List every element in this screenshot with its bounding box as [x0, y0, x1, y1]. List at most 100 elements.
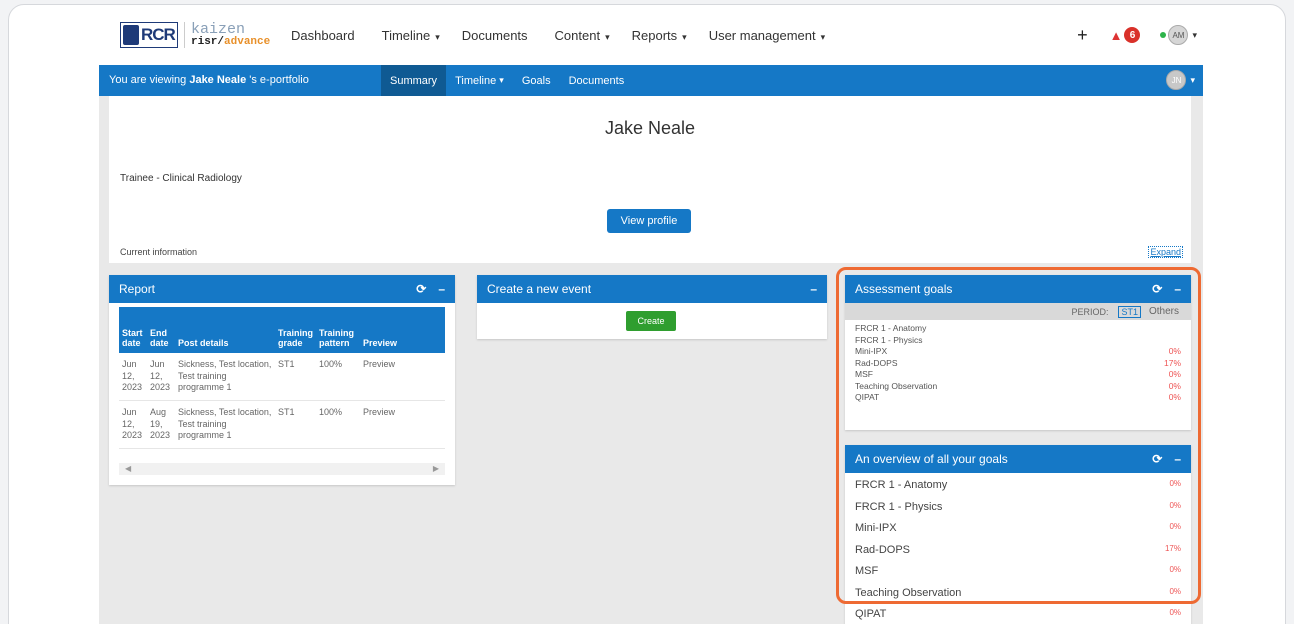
start-date-cell: Jun 12, 2023 — [119, 353, 147, 402]
plus-icon[interactable]: + — [1077, 25, 1088, 46]
nav-documents[interactable]: Documents — [462, 28, 533, 43]
goal-percent: 0% — [1169, 608, 1181, 617]
chevron-down-icon[interactable]: ▾ — [1192, 30, 1197, 41]
column-header[interactable]: Training grade — [275, 307, 317, 353]
scroll-left-icon[interactable]: ◀ — [125, 464, 131, 473]
create-button[interactable]: Create — [626, 311, 676, 331]
table-row: Jun 12, 2023 Jun 12, 2023 Sickness, Test… — [119, 353, 445, 402]
minimize-icon[interactable]: – — [438, 282, 445, 296]
report-panel: Report ⟳ – Start date End date Post detai… — [109, 275, 455, 485]
report-header: Report ⟳ – — [109, 275, 455, 303]
bell-icon[interactable]: ▲ — [1110, 28, 1123, 43]
scroll-right-icon[interactable]: ▶ — [433, 464, 439, 473]
nav-label: Reports — [631, 27, 678, 43]
horizontal-scrollbar[interactable]: ◀ ▶ — [119, 463, 445, 476]
tab-label: Timeline — [455, 74, 497, 87]
nav-label: Content — [554, 27, 601, 43]
view-profile-button[interactable]: View profile — [607, 209, 691, 233]
report-table: Start date End date Post details Trainin… — [119, 307, 445, 450]
tab-summary[interactable]: Summary — [381, 65, 447, 96]
current-information-label: Current information — [120, 247, 198, 257]
user-avatar[interactable]: AM — [1168, 25, 1189, 45]
table-row: Jun 12, 2023 Aug 19, 2023 Sickness, Test… — [119, 400, 445, 450]
chevron-down-icon: ▾ — [499, 75, 504, 85]
risr-wordmark: risr/advance — [191, 37, 270, 48]
rcr-logo: RCR — [120, 22, 178, 48]
preview-link[interactable]: Preview — [360, 353, 445, 402]
trainee-role: Trainee - Clinical Radiology — [120, 173, 242, 184]
column-header[interactable]: Start date — [119, 307, 147, 353]
crest-icon — [123, 25, 139, 45]
logo[interactable]: RCR kaizen risr/advance — [120, 22, 270, 48]
nav-content[interactable]: Content ▾ — [555, 28, 610, 43]
training-grade-cell: ST1 — [275, 353, 317, 402]
refresh-icon[interactable]: ⟳ — [416, 282, 426, 296]
expand-link[interactable]: Expand — [1148, 246, 1183, 258]
column-header[interactable]: Preview — [360, 307, 445, 353]
nav-label: Dashboard — [291, 27, 355, 43]
viewing-name: Jake Neale — [189, 74, 247, 86]
training-pattern-cell: 100% — [316, 353, 361, 402]
nav-user-management[interactable]: User management ▾ — [709, 28, 825, 43]
nav-dashboard[interactable]: Dashboard — [291, 28, 360, 43]
tab-goals[interactable]: Goals — [513, 65, 560, 96]
panel-title: Create a new event — [487, 282, 592, 296]
tab-label: Goals — [521, 74, 551, 87]
post-details-cell: Sickness, Test location, Test training p… — [175, 400, 275, 450]
tab-label: Documents — [568, 74, 625, 87]
nav-timeline[interactable]: Timeline ▾ — [382, 28, 440, 43]
tab-label: Summary — [390, 74, 438, 87]
notification-badge[interactable]: 6 — [1124, 27, 1141, 43]
trainee-menu[interactable]: JN ▾ — [1166, 70, 1195, 90]
minimize-icon[interactable]: – — [810, 282, 817, 296]
post-details-cell: Sickness, Test location, Test training p… — [175, 353, 275, 402]
viewing-notice: You are viewing Jake Neale 's e-portfoli… — [109, 74, 309, 86]
chevron-down-icon: ▾ — [1190, 74, 1195, 85]
risr-text: risr/ — [191, 36, 225, 48]
nav-label: Timeline — [381, 27, 431, 43]
column-header[interactable]: Training pattern — [316, 307, 361, 353]
viewing-suffix: 's e-portfolio — [246, 74, 309, 86]
user-tools: + ▲ 6 AM ▾ — [1077, 5, 1203, 65]
nav-label: Documents — [461, 27, 528, 43]
kaizen-wordmark: kaizen — [191, 21, 246, 38]
table-header-row: Start date End date Post details Trainin… — [119, 307, 445, 353]
panel-controls: – — [798, 282, 817, 296]
chevron-down-icon: ▾ — [605, 31, 610, 42]
highlight-annotation — [836, 267, 1201, 604]
kaizen-logo: kaizen risr/advance — [191, 22, 270, 48]
panel-controls: ⟳ – — [404, 282, 445, 296]
preview-link[interactable]: Preview — [360, 400, 445, 450]
top-navigation: RCR kaizen risr/advance Dashboard Timeli… — [99, 5, 1203, 65]
end-date-cell: Jun 12, 2023 — [147, 353, 175, 402]
main-menu: Dashboard Timeline ▾ Documents Content ▾ R… — [291, 5, 847, 65]
training-pattern-cell: 100% — [316, 400, 361, 450]
trainee-avatar: JN — [1166, 70, 1187, 90]
advance-text: advance — [224, 36, 271, 48]
chevron-down-icon: ▾ — [435, 31, 440, 42]
portfolio-tabs: Summary Timeline ▾ Goals Documents — [381, 65, 633, 96]
rcr-letters: RCR — [141, 25, 176, 44]
logo-divider — [184, 22, 185, 48]
create-event-panel: Create a new event – Create — [477, 275, 827, 339]
start-date-cell: Jun 12, 2023 — [119, 400, 147, 450]
panel-title: Report — [119, 282, 156, 296]
tab-documents[interactable]: Documents — [560, 65, 634, 96]
nav-label: User management — [708, 27, 816, 43]
nav-reports[interactable]: Reports ▾ — [632, 28, 687, 43]
training-grade-cell: ST1 — [275, 400, 317, 450]
chevron-down-icon: ▾ — [682, 31, 687, 42]
viewing-prefix: You are viewing — [109, 74, 190, 86]
tab-timeline[interactable]: Timeline ▾ — [446, 65, 513, 96]
end-date-cell: Aug 19, 2023 — [147, 400, 175, 450]
goal-name: QIPAT — [855, 608, 887, 620]
column-header[interactable]: Post details — [175, 307, 275, 353]
profile-card: Jake Neale Trainee - Clinical Radiology … — [109, 96, 1191, 263]
chevron-down-icon: ▾ — [820, 31, 826, 42]
create-event-header: Create a new event – — [477, 275, 827, 303]
column-header[interactable]: End date — [147, 307, 175, 353]
list-item[interactable]: QIPAT 0% — [855, 608, 1181, 624]
portfolio-bar: You are viewing Jake Neale 's e-portfoli… — [99, 65, 1203, 96]
online-status-icon — [1160, 32, 1167, 38]
trainee-name: Jake Neale — [604, 118, 696, 138]
